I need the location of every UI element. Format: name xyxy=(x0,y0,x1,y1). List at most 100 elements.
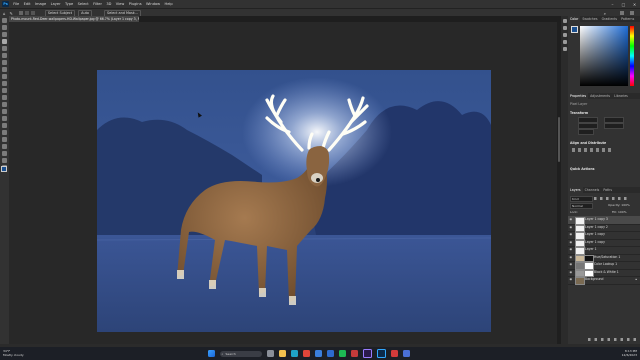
history-brush-tool-icon[interactable] xyxy=(2,88,7,93)
subtract-selection-icon[interactable] xyxy=(30,11,35,15)
info-icon[interactable] xyxy=(562,33,567,37)
app-icon[interactable] xyxy=(350,350,358,357)
new-selection-icon[interactable] xyxy=(18,11,23,15)
premiere-icon[interactable] xyxy=(362,349,372,358)
document-canvas[interactable] xyxy=(97,70,491,332)
crop-tool-icon[interactable] xyxy=(2,46,7,51)
fill-label[interactable]: Fill: 100% xyxy=(612,210,627,214)
taskbar-search[interactable]: Search xyxy=(219,350,262,357)
foreground-color-swatch[interactable] xyxy=(1,166,7,172)
brush-settings-icon[interactable] xyxy=(562,40,567,44)
search-icon[interactable]: ⌕ xyxy=(604,11,606,16)
visibility-eye-icon[interactable]: ◉ xyxy=(570,240,573,244)
layers-footer-buttons[interactable] xyxy=(588,338,636,341)
healing-brush-tool-icon[interactable] xyxy=(2,67,7,72)
fg-color-swatch[interactable] xyxy=(571,26,578,33)
visibility-eye-icon[interactable]: ◉ xyxy=(570,248,573,251)
scrollbar-thumb[interactable] xyxy=(558,117,560,162)
menu-view[interactable]: View xyxy=(114,2,127,6)
menu-3d[interactable]: 3D xyxy=(104,2,113,6)
store-icon[interactable] xyxy=(326,350,334,357)
visibility-eye-icon[interactable]: ◉ xyxy=(570,233,573,236)
eyedropper-tool-icon[interactable] xyxy=(2,60,7,65)
app-icon[interactable] xyxy=(390,350,398,357)
path-selection-tool-icon[interactable] xyxy=(2,137,7,142)
layer-filter-kind[interactable]: Kind xyxy=(570,196,593,202)
tab-paths[interactable]: Paths xyxy=(601,187,614,193)
menu-window[interactable]: Window xyxy=(144,2,163,6)
history-icon[interactable] xyxy=(562,19,567,23)
zoom-tool-icon[interactable] xyxy=(2,158,7,163)
clone-stamp-tool-icon[interactable] xyxy=(2,81,7,86)
frame-tool-icon[interactable] xyxy=(2,53,7,58)
tab-layers[interactable]: Layers xyxy=(568,187,583,193)
workspace-icon[interactable] xyxy=(620,11,624,15)
menu-layer[interactable]: Layer xyxy=(48,2,62,6)
menu-edit[interactable]: Edit xyxy=(21,2,32,6)
home-icon[interactable]: ⌂ xyxy=(3,11,6,16)
menu-help[interactable]: Help xyxy=(162,2,175,6)
navigator-icon[interactable] xyxy=(562,26,567,30)
marquee-tool-icon[interactable] xyxy=(2,25,7,30)
tab-adjustments[interactable]: Adjustments xyxy=(588,93,612,99)
x-field[interactable] xyxy=(578,123,598,129)
visibility-eye-icon[interactable]: ◉ xyxy=(570,255,573,259)
menu-type[interactable]: Type xyxy=(63,2,76,6)
angle-field[interactable] xyxy=(578,129,594,135)
menu-filter[interactable]: Filter xyxy=(91,2,104,6)
tab-swatches[interactable]: Swatches xyxy=(580,16,599,22)
system-tray[interactable]: 8:13 PM 12/6/2023 xyxy=(622,349,637,358)
layer-filter-icons[interactable] xyxy=(594,197,630,200)
character-icon[interactable] xyxy=(562,47,567,51)
menu-image[interactable]: Image xyxy=(33,2,49,6)
color-picker-field[interactable] xyxy=(580,26,628,86)
quick-selection-tool-icon[interactable] xyxy=(2,39,7,44)
width-field[interactable] xyxy=(578,117,598,123)
close-button[interactable]: ✕ xyxy=(629,2,640,7)
tab-properties[interactable]: Properties xyxy=(568,93,589,99)
blur-tool-icon[interactable] xyxy=(2,109,7,114)
mail-icon[interactable] xyxy=(314,350,322,357)
pen-tool-icon[interactable] xyxy=(2,123,7,128)
align-buttons[interactable] xyxy=(572,148,612,152)
file-explorer-icon[interactable] xyxy=(278,350,286,357)
share-icon[interactable] xyxy=(630,11,634,15)
tab-libraries[interactable]: Libraries xyxy=(612,93,630,99)
tab-gradients[interactable]: Gradients xyxy=(600,16,620,22)
hue-slider[interactable] xyxy=(630,26,634,86)
hand-tool-icon[interactable] xyxy=(2,151,7,156)
menu-plugins[interactable]: Plugins xyxy=(127,2,144,6)
gradient-tool-icon[interactable] xyxy=(2,102,7,107)
move-tool-icon[interactable] xyxy=(2,18,7,23)
type-tool-icon[interactable] xyxy=(2,130,7,135)
tab-channels[interactable]: Channels xyxy=(583,187,602,193)
add-selection-icon[interactable] xyxy=(24,11,29,15)
spotify-icon[interactable] xyxy=(338,350,346,357)
brush-tool-icon[interactable] xyxy=(2,74,7,79)
eraser-tool-icon[interactable] xyxy=(2,95,7,100)
visibility-eye-icon[interactable]: ◉ xyxy=(570,278,573,281)
photoshop-taskbar-icon[interactable] xyxy=(376,349,386,358)
lasso-tool-icon[interactable] xyxy=(2,32,7,37)
menu-select[interactable]: Select xyxy=(75,2,90,6)
weather-widget[interactable]: 34°F Mostly cloudy xyxy=(3,349,24,357)
layer-row[interactable]: ◉ Background 🔒︎ xyxy=(568,276,640,285)
y-field[interactable] xyxy=(604,123,624,129)
dodge-tool-icon[interactable] xyxy=(2,116,7,121)
tab-patterns[interactable]: Patterns xyxy=(619,16,636,22)
edge-icon[interactable] xyxy=(290,350,298,357)
task-view-icon[interactable] xyxy=(266,350,274,357)
app-icon[interactable] xyxy=(402,350,410,357)
visibility-eye-icon[interactable]: ◉ xyxy=(570,270,573,274)
menu-file[interactable]: File xyxy=(11,2,21,6)
chrome-icon[interactable] xyxy=(302,350,310,357)
rectangle-tool-icon[interactable] xyxy=(2,144,7,149)
maximize-button[interactable]: □ xyxy=(618,2,629,7)
visibility-eye-icon[interactable]: ◉ xyxy=(570,218,573,221)
windows-start-icon[interactable] xyxy=(207,350,215,357)
visibility-eye-icon[interactable]: ◉ xyxy=(570,225,573,229)
quick-selection-tool-icon[interactable]: ✎ xyxy=(10,11,13,16)
opacity-label[interactable]: Opacity: 100% xyxy=(608,203,630,207)
minimize-button[interactable]: – xyxy=(607,2,618,7)
lock-icon[interactable]: 🔒︎ xyxy=(635,276,637,284)
